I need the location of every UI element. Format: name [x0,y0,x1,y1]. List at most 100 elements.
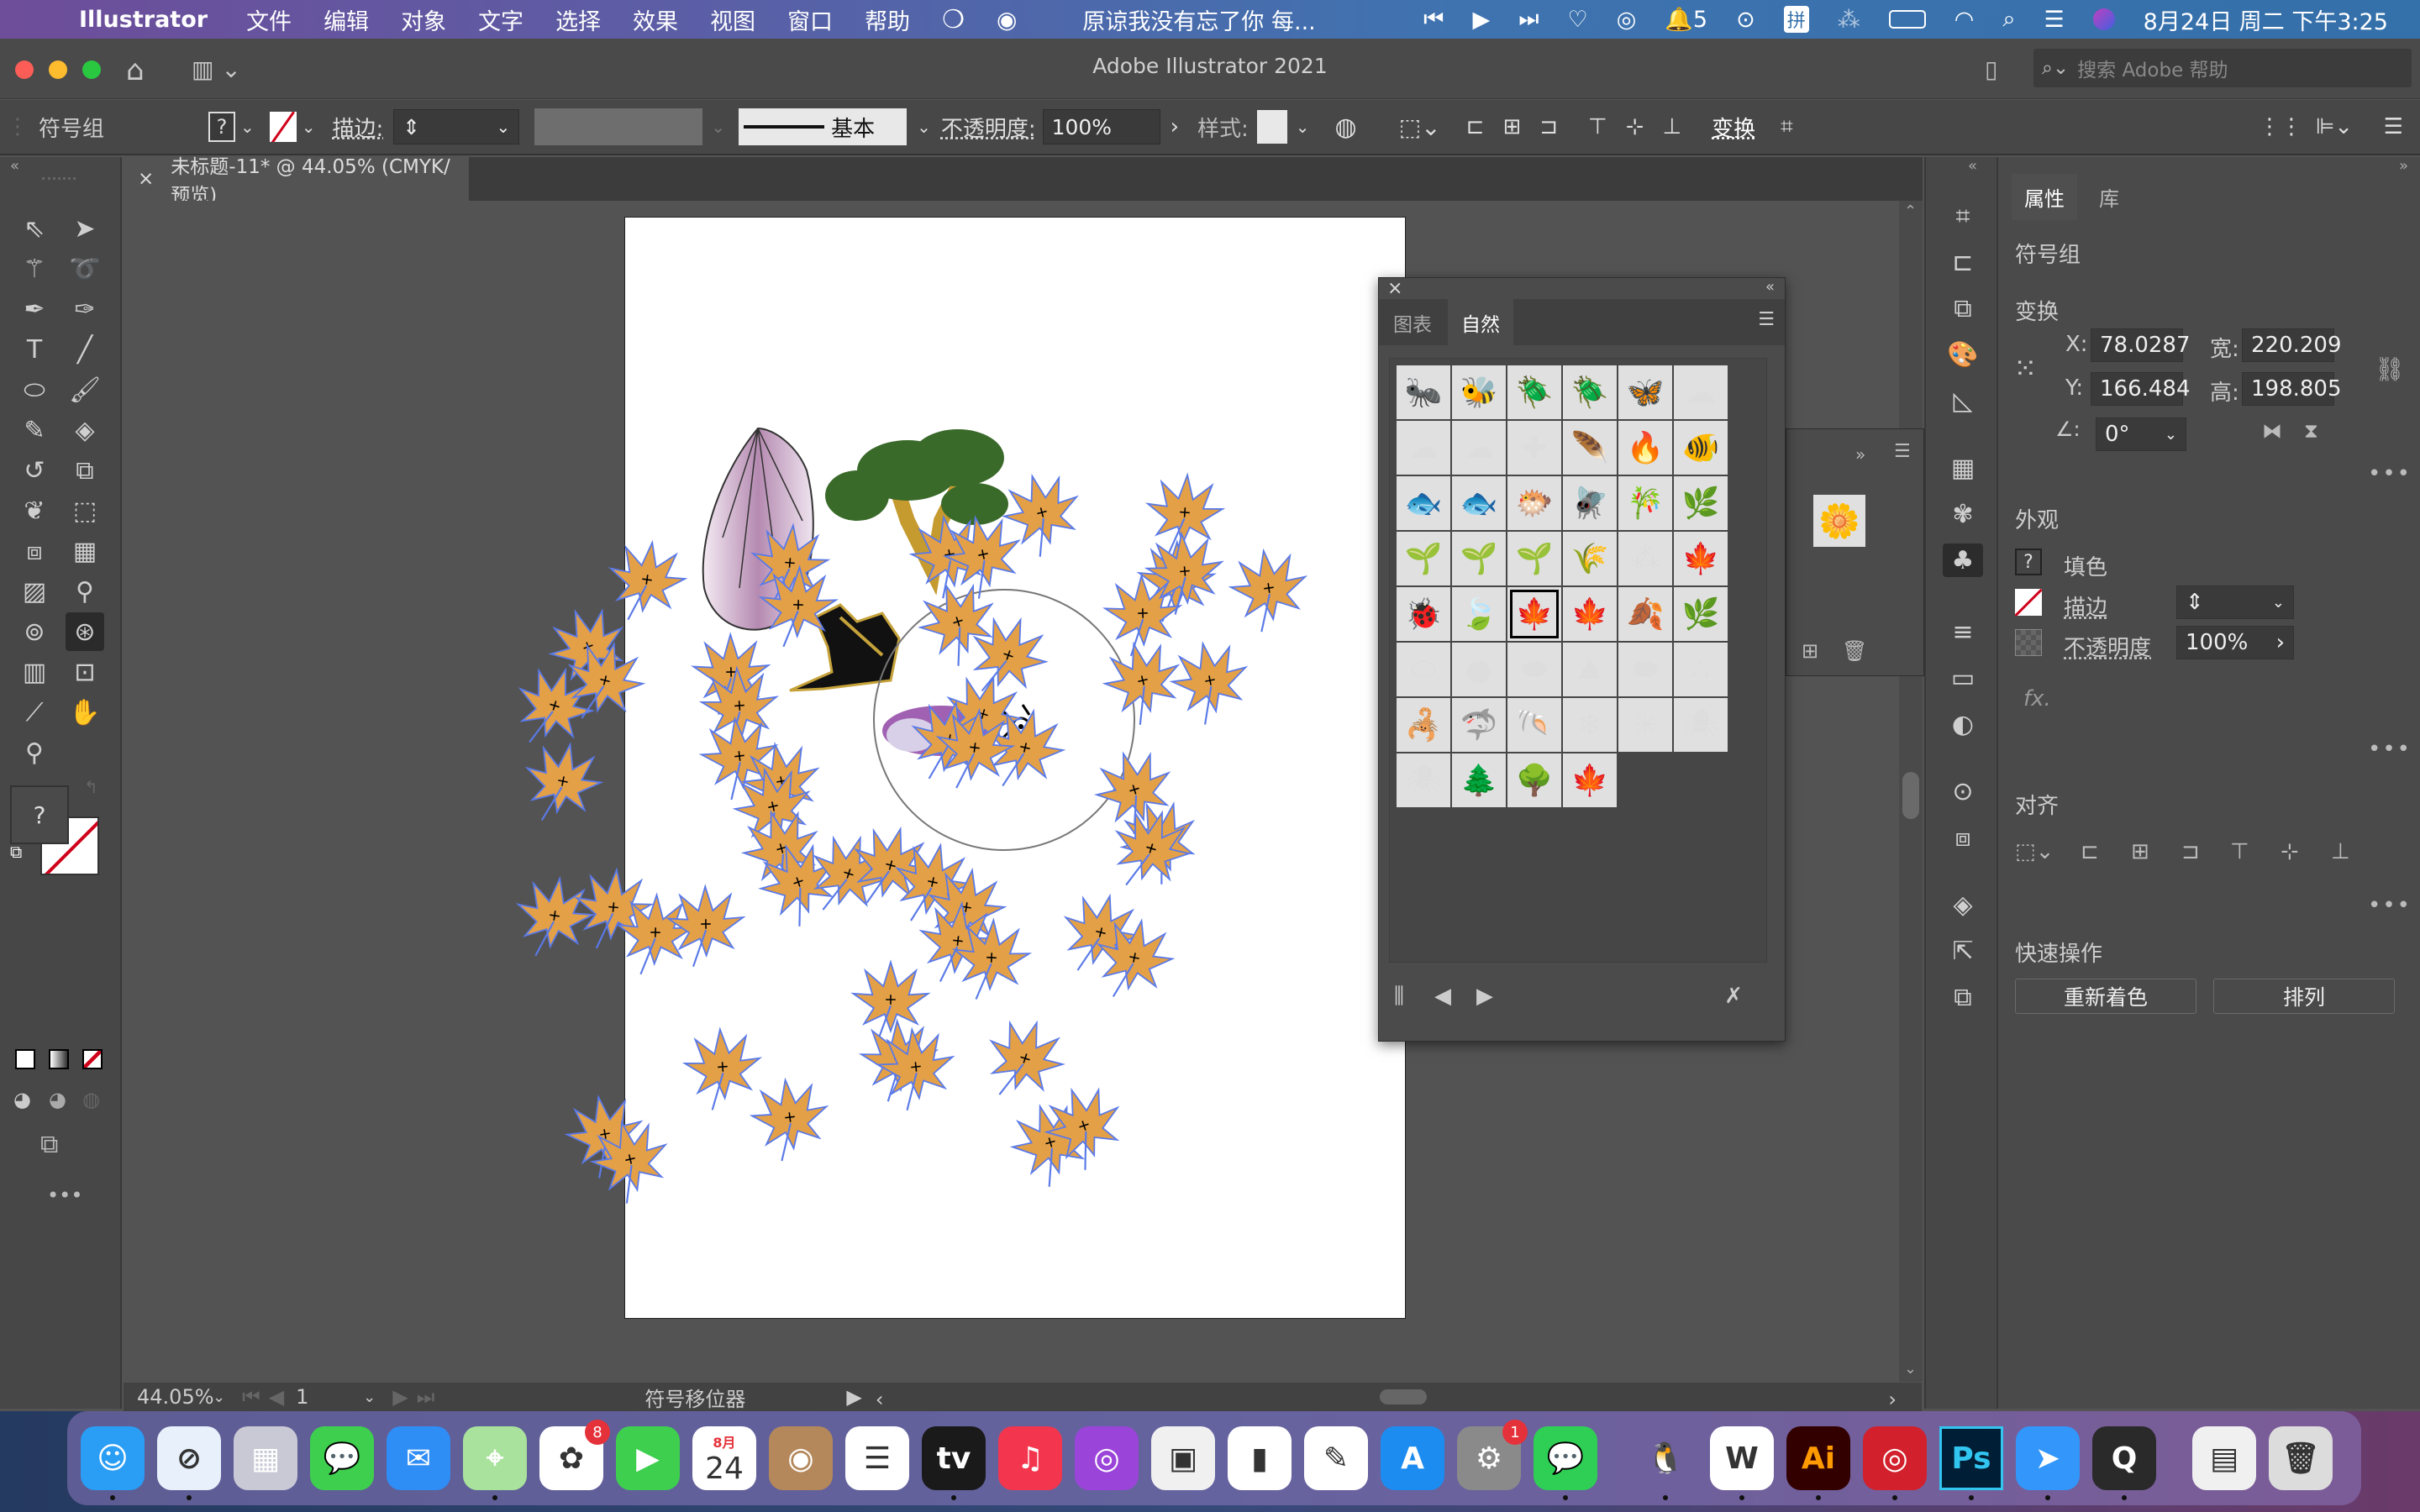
artboards-panel-icon[interactable]: ⧉ [1943,980,1983,1014]
symbol-stone-round[interactable]: ⬬ [1618,643,1672,696]
symbol-grass-strip[interactable]: 🌾 [1563,532,1617,585]
last-artboard-icon[interactable]: ⏭ [417,1385,435,1409]
appearance-panel-icon[interactable]: ⊙ [1943,774,1983,808]
dock-messages[interactable]: 💬 [310,1426,374,1490]
dock-reminders[interactable]: ☰ [845,1426,909,1490]
y-field[interactable]: 166.484 [2091,372,2191,406]
symbol-rock[interactable]: ⛰ [1563,643,1617,696]
vertical-scrollbar[interactable]: ⌃ ⌄ [1899,201,1923,1382]
collapse-panel-icon[interactable]: « [1765,278,1775,296]
color-guide-panel-icon[interactable]: ◺ [1943,384,1983,417]
arrange-button[interactable]: 排列 [2213,979,2395,1014]
symbol-orange-maple[interactable]: 🍁 [1507,587,1561,641]
horizontal-scrollbar[interactable]: ‹ › [876,1388,1922,1411]
symbol-stone-flat[interactable]: ⬬ [1507,643,1561,696]
symbol-fire[interactable]: 🔥 [1618,421,1672,475]
fill-indicator[interactable]: ? [10,785,69,844]
symbol-angelfish[interactable]: 🐟 [1397,476,1450,530]
symbol-butterfly[interactable]: 🦋 [1618,365,1672,419]
opacity-label[interactable]: 不透明度 [2064,631,2151,662]
library-menu-icon[interactable]: ☰ [1758,309,1775,330]
dock-safari[interactable]: ⊘ [157,1426,221,1490]
dock-system-preferences[interactable]: ⚙ 1 [1457,1420,1528,1490]
symbol-snowflake-2[interactable]: ✳ [1618,698,1672,752]
prev-artboard-icon[interactable]: ◀ [269,1385,284,1409]
recolor-button[interactable]: 重新着色 [2015,979,2196,1014]
symbols-panel-icon[interactable]: ♣ [1943,543,1983,577]
dock-app-store[interactable]: A [1381,1426,1444,1490]
symbol-oak-leaf[interactable]: 🌿 [1674,587,1728,641]
dock-maps[interactable]: ⌖ [463,1426,527,1490]
new-symbol-icon[interactable]: ⊞ [1802,639,1818,663]
next-artboard-icon[interactable]: ▶ [392,1385,408,1409]
opacity-expand-icon[interactable]: › [2276,630,2285,655]
align-left-edges-icon[interactable]: ⊏ [2081,839,2099,864]
graphic-styles-panel-icon[interactable]: ⧈ [1943,821,1983,854]
symbol-wasp[interactable]: 🐝 [1452,365,1506,419]
scroll-left-icon[interactable]: ‹ [876,1388,884,1411]
color-panel-icon[interactable]: 🎨 [1943,338,1983,371]
first-artboard-icon[interactable]: ⏮ [242,1385,260,1409]
symbol-green-maple[interactable]: 🍁 [1563,753,1617,807]
transform-panel-icon[interactable]: ⌗ [1943,199,1983,233]
symbol-dragonfly[interactable]: ✚ [1507,421,1561,475]
dock-apple-tv[interactable]: tv [922,1426,986,1490]
gradient-panel-icon[interactable]: ▭ [1943,661,1983,695]
stroke-panel-icon[interactable]: ≡ [1943,615,1983,648]
symbol-feather[interactable]: 🪶 [1563,421,1617,475]
symbol-ladybug[interactable]: 🐞 [1397,587,1450,641]
rotation-field[interactable]: 0° ⌄ [2096,417,2186,451]
dock-music[interactable]: ♫ [998,1426,1062,1490]
flip-horizontal-icon[interactable]: ⧓ [2262,419,2282,443]
dock-contacts[interactable]: ◉ [769,1426,833,1490]
dock-finder[interactable]: ☺ [81,1426,145,1490]
symbol-birch-trees[interactable]: 🌳 [1507,753,1561,807]
zoom-dropdown-icon[interactable]: ⌄ [213,1389,225,1406]
dock-wps[interactable]: W [1710,1426,1774,1490]
symbol-bamboo[interactable]: 🎋 [1618,476,1672,530]
stroke-label[interactable]: 描边 [2064,591,2107,622]
dock-dingtalk[interactable]: ➤ [2016,1426,2080,1490]
symbol-green-plant[interactable]: 🌿 [1674,476,1728,530]
symbol-red-beetle[interactable]: 🪲 [1507,365,1561,419]
current-tool-status[interactable]: 符号移位器 [577,1383,813,1412]
dock-launchpad[interactable]: ▦ [234,1426,297,1490]
symbol-purple-fish[interactable]: 🐡 [1507,476,1561,530]
symbol-grass-2[interactable]: 🌱 [1452,532,1506,585]
zoom-level-field[interactable]: 44.05% [137,1385,214,1409]
symbol-grass-3[interactable]: 🌱 [1507,532,1561,585]
previous-library-icon[interactable]: ◀ [1434,984,1451,1009]
symbol-orange-fish[interactable]: 🐠 [1674,421,1728,475]
dock-podcasts[interactable]: ◎ [1075,1426,1139,1490]
fill-swatch-icon[interactable]: ? [2015,549,2042,575]
dock-qq[interactable]: 🐧 [1634,1426,1697,1490]
brushes-panel-icon[interactable]: ✾ [1943,497,1983,531]
opacity-field[interactable]: 100% › [2176,626,2294,659]
layers-panel-icon[interactable]: ◈ [1943,888,1983,921]
reference-point-icon[interactable]: ⁙ [2013,352,2038,386]
symbol-mahi-fish[interactable]: 🐟 [1452,476,1506,530]
pathfinder-panel-icon[interactable]: ⧉ [1943,291,1983,325]
symbol-scorpion[interactable]: 🦂 [1397,698,1450,752]
symbol-pebble-1[interactable]: ⬭ [1397,643,1450,696]
dock-illustrator[interactable]: Ai [1786,1426,1850,1490]
align-horizontal-centers-icon[interactable]: ⊞ [2131,839,2149,864]
symbol-libraries-menu-icon[interactable]: ⫼ [1394,984,1404,1010]
align-right-edges-icon[interactable]: ⊐ [2181,839,2200,864]
stroke-weight-field[interactable]: ⇕ ⌄ [2176,585,2294,619]
artboard-dropdown-icon[interactable]: ⌄ [363,1389,376,1406]
dock-quicktime[interactable]: Q [2092,1426,2156,1490]
expand-properties-icon[interactable]: » [2399,157,2408,175]
dock-photoshop[interactable]: Ps [1939,1426,2003,1490]
height-field[interactable]: 198.805 [2242,372,2342,406]
artboard-number-field[interactable]: 1 [296,1385,363,1409]
symbol-shark[interactable]: 🦈 [1452,698,1506,752]
symbol-cloud-3[interactable]: ☁ [1452,421,1506,475]
align-bottom-edges-icon[interactable]: ⊥ [2331,839,2350,864]
symbol-snowflake-1[interactable]: ❄ [1563,698,1617,752]
more-transform-options-icon[interactable]: ••• [2368,461,2412,486]
symbol-brown-maple[interactable]: 🍂 [1618,587,1672,641]
effects-button[interactable]: fx. [2023,686,2051,711]
dock-calendar[interactable]: 8月 24 [692,1426,756,1490]
dock-numbers[interactable]: ▮ [1228,1426,1292,1490]
